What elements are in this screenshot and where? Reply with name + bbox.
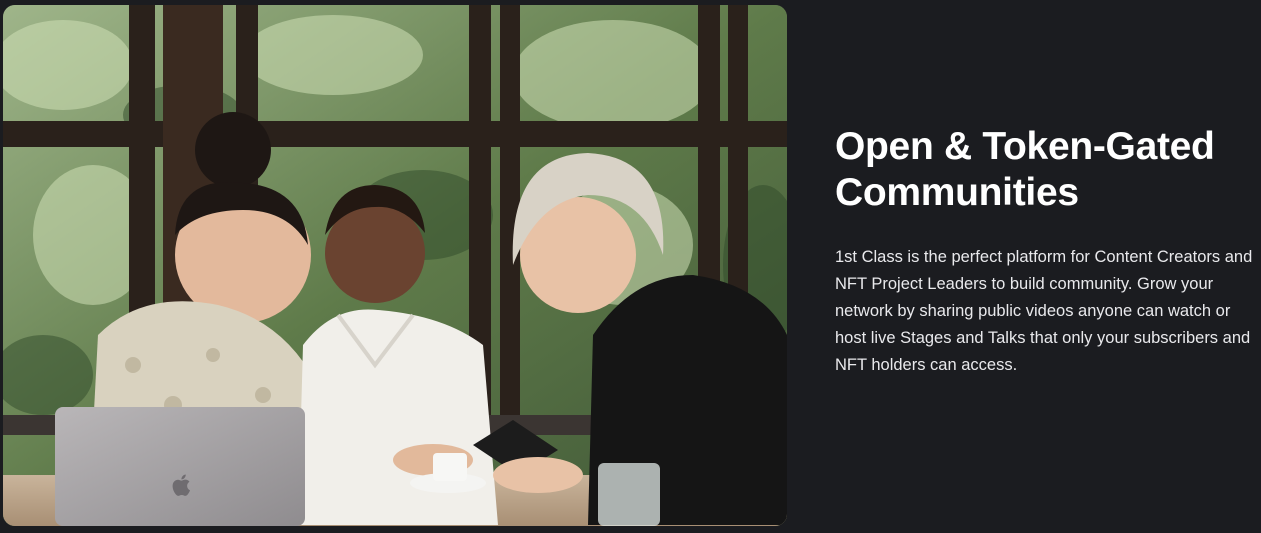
feature-title: Open & Token-Gated Communities [835, 124, 1255, 216]
feature-text: Open & Token-Gated Communities 1st Class… [835, 124, 1255, 379]
feature-section: Open & Token-Gated Communities 1st Class… [0, 0, 1261, 533]
feature-title-line-1: Open & Token-Gated [835, 125, 1215, 168]
feature-photo-illustration [3, 5, 787, 526]
apple-logo-icon [172, 474, 191, 496]
feature-description: 1st Class is the perfect platform for Co… [835, 248, 1253, 374]
feature-title-line-2: Communities [835, 171, 1079, 214]
feature-photo [3, 5, 787, 526]
